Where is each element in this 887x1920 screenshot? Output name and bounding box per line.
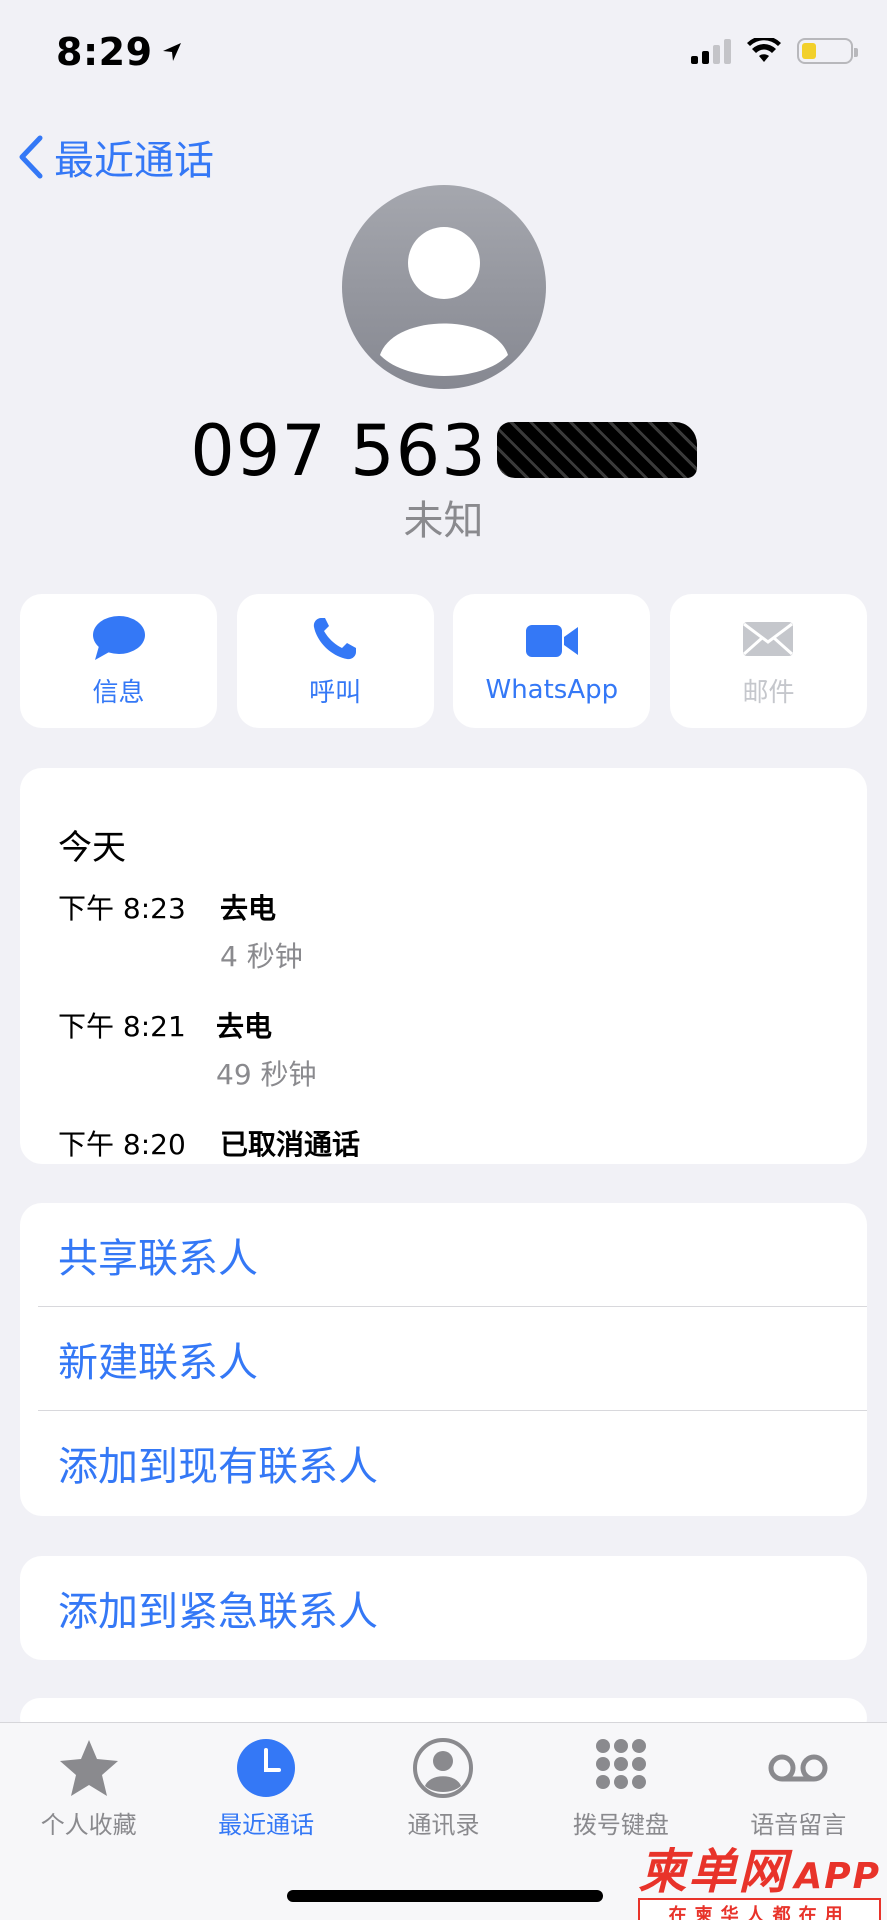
contacts-icon — [413, 1738, 474, 1798]
status-time: 8:29 — [56, 30, 183, 74]
mail-icon — [743, 621, 794, 656]
status-indicators — [691, 38, 858, 64]
cellular-signal-icon — [691, 38, 731, 64]
avatar — [342, 185, 546, 389]
tab-favorites[interactable]: 个人收藏 — [4, 1737, 174, 1920]
add-to-existing-contact-button[interactable]: 添加到现有联系人 — [38, 1411, 867, 1515]
history-entry: 下午 8:20 已取消通话 — [58, 1128, 361, 1161]
contact-actions-card: 共享联系人 新建联系人 添加到现有联系人 — [20, 1203, 867, 1516]
call-history-card: 今天 下午 8:23 去电 4 秒钟 下午 8:21 去电 49 秒钟 下午 8… — [20, 768, 867, 1164]
voicemail-icon — [768, 1754, 828, 1782]
redacted-digits — [496, 421, 697, 478]
phone-icon — [314, 617, 357, 659]
wifi-icon — [747, 38, 781, 62]
share-contact-button[interactable]: 共享联系人 — [38, 1203, 867, 1307]
back-button[interactable]: 最近通话 — [18, 128, 214, 186]
history-entry: 下午 8:21 去电 — [58, 1010, 273, 1043]
mail-button[interactable]: 邮件 — [669, 594, 867, 728]
star-icon — [59, 1740, 118, 1796]
keypad-icon — [595, 1739, 646, 1789]
history-duration: 4 秒钟 — [220, 940, 303, 973]
video-icon — [525, 625, 578, 657]
action-buttons: 信息 呼叫 WhatsApp 邮件 — [20, 594, 867, 728]
person-silhouette-icon — [380, 227, 508, 376]
back-label: 最近通话 — [54, 138, 214, 184]
add-emergency-contact-button[interactable]: 添加到紧急联系人 — [20, 1556, 867, 1660]
chevron-left-icon — [19, 135, 43, 179]
new-contact-button[interactable]: 新建联系人 — [38, 1307, 867, 1411]
history-duration: 49 秒钟 — [216, 1058, 317, 1091]
whatsapp-video-button[interactable]: WhatsApp — [453, 594, 651, 728]
history-day: 今天 — [58, 828, 126, 868]
phone-number: 097 563 — [0, 410, 887, 492]
watermark-logo: 柬单网 APP 在柬华人都在用 — [638, 1832, 881, 1920]
contact-label: 未知 — [403, 498, 484, 544]
history-entry: 下午 8:23 去电 — [58, 892, 277, 925]
battery-icon — [797, 38, 858, 64]
message-icon — [92, 615, 145, 660]
call-button[interactable]: 呼叫 — [236, 594, 434, 728]
clock-icon — [237, 1739, 296, 1797]
message-button[interactable]: 信息 — [20, 594, 217, 728]
home-indicator[interactable] — [287, 1890, 603, 1902]
location-arrow-icon — [162, 43, 181, 61]
